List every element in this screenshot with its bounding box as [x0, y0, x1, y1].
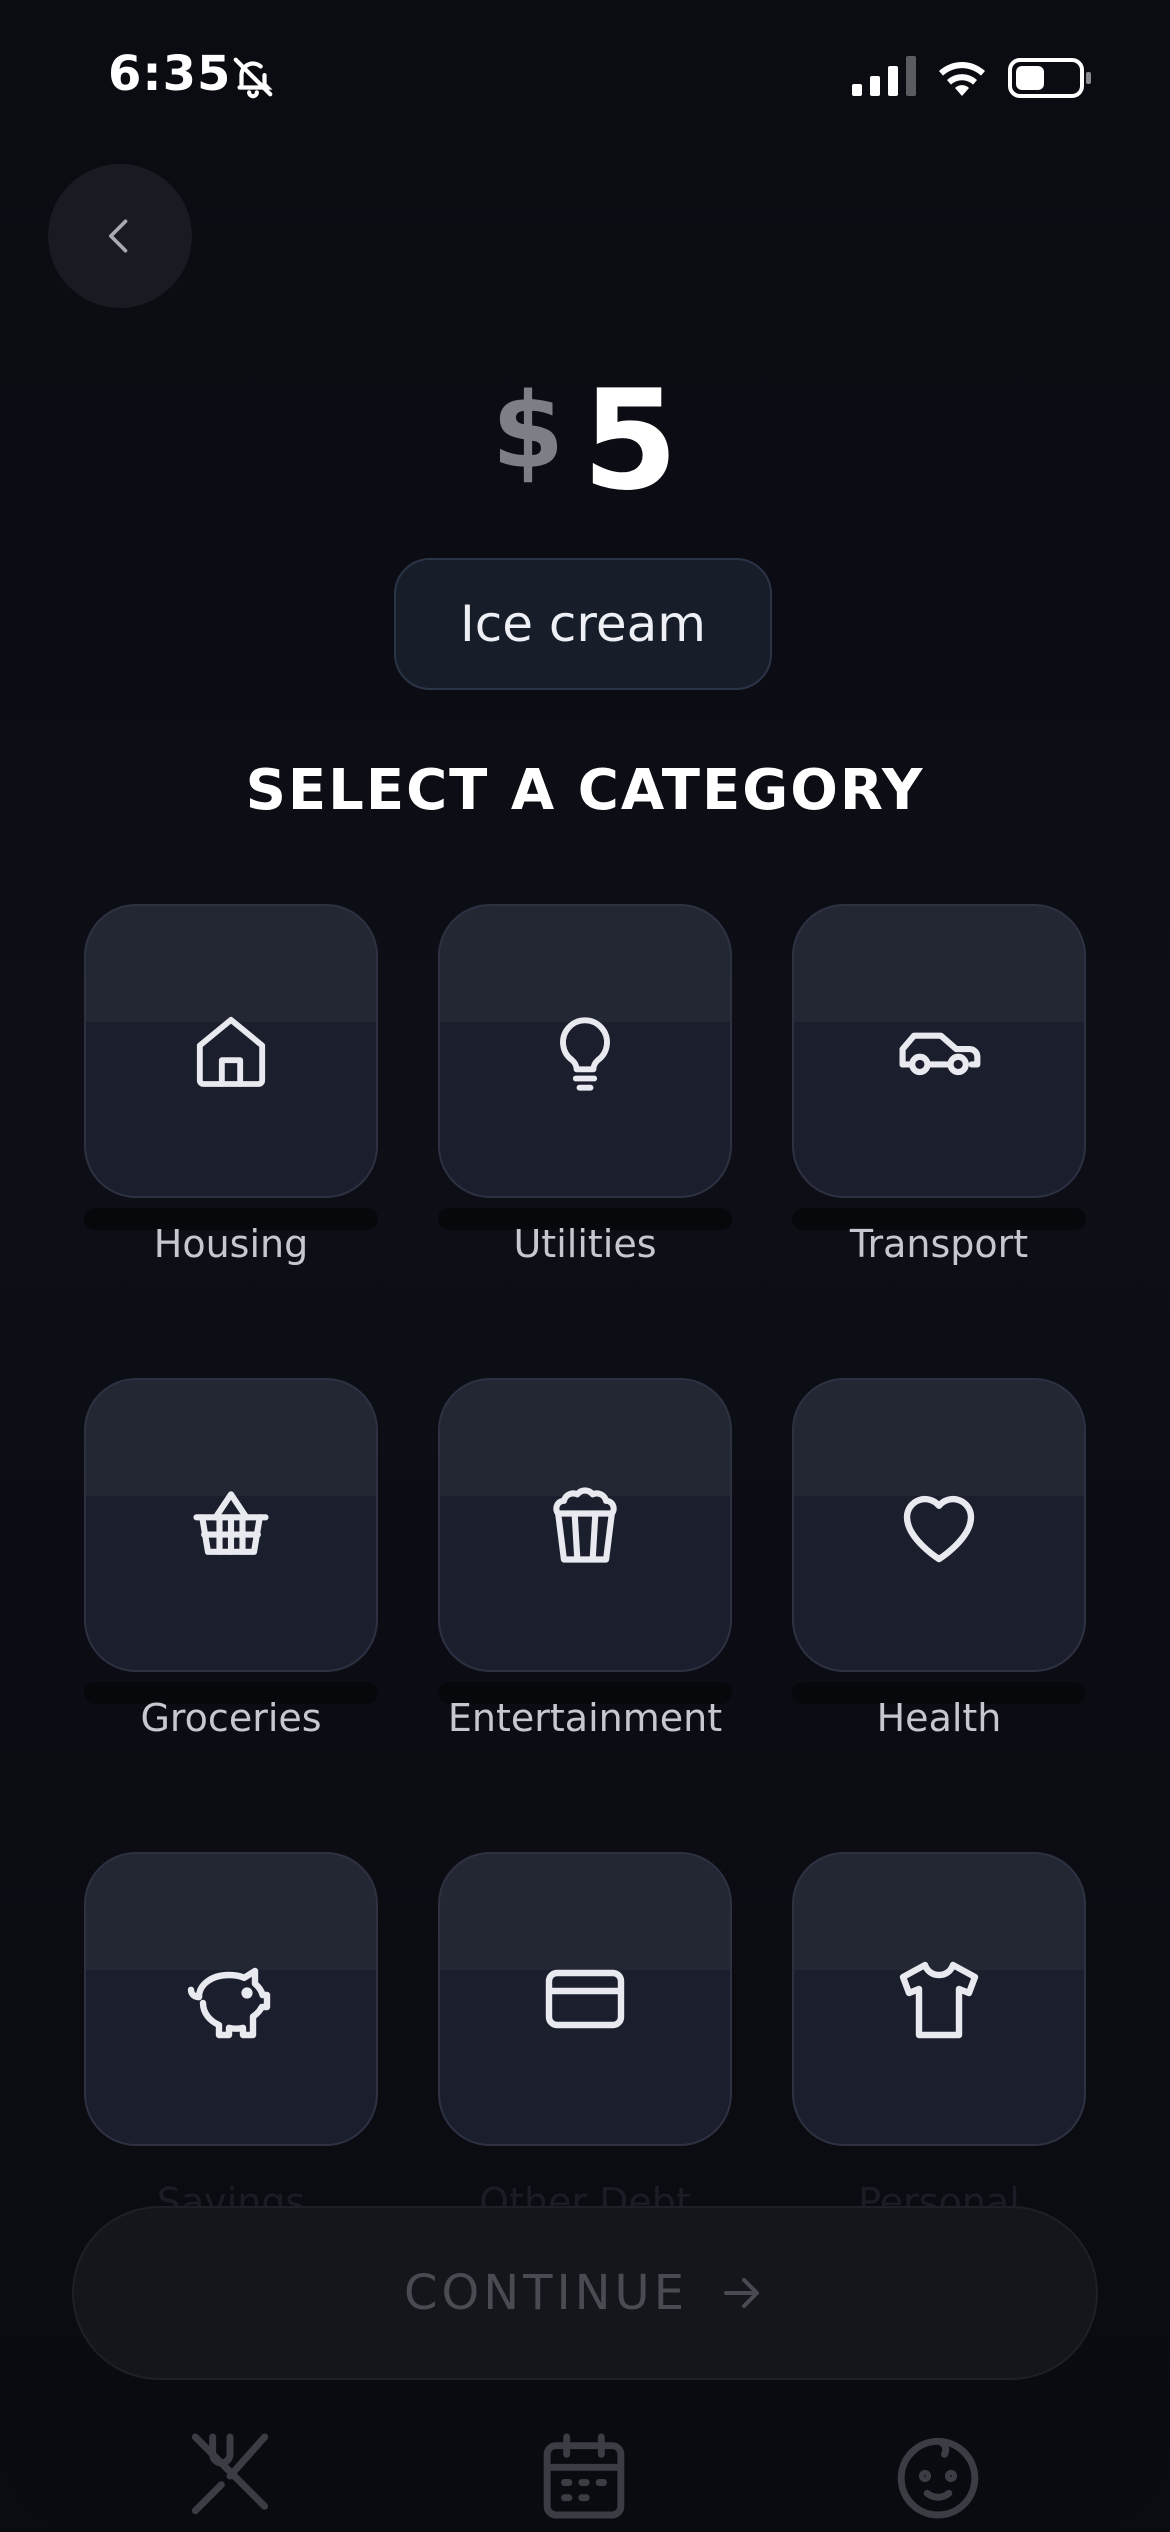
category-tile[interactable] [84, 1378, 378, 1672]
amount-value: 5 [582, 360, 679, 521]
bell-muted-icon [233, 57, 273, 99]
category-health[interactable]: Health [792, 1378, 1086, 1740]
category-other-debt[interactable]: Other Debt [438, 1852, 732, 2224]
category-groceries[interactable]: Groceries [84, 1378, 378, 1740]
amount-display: $5 [0, 360, 1170, 521]
calendar-icon[interactable] [532, 2424, 636, 2528]
section-title: SELECT A CATEGORY [245, 758, 925, 823]
category-tile[interactable] [792, 1852, 1086, 2146]
category-label: Utilities [513, 1222, 657, 1266]
category-label: Housing [153, 1222, 309, 1266]
category-tile[interactable] [84, 904, 378, 1198]
status-time: 6:35 [108, 46, 232, 102]
category-entertainment[interactable]: Entertainment [438, 1378, 732, 1740]
category-savings[interactable]: Savings [84, 1852, 378, 2224]
cellular-signal-icon [852, 56, 916, 96]
category-label: Health [876, 1696, 1002, 1740]
arrow-right-icon [724, 2278, 760, 2308]
category-tile[interactable] [438, 904, 732, 1198]
category-tile[interactable] [84, 1852, 378, 2146]
category-label: Transport [849, 1222, 1029, 1266]
tshirt-icon [899, 1961, 979, 2039]
category-label: Groceries [140, 1696, 322, 1740]
category-tile[interactable] [438, 1378, 732, 1672]
food-icon[interactable] [178, 2424, 282, 2528]
category-utilities[interactable]: Utilities [438, 904, 732, 1266]
credit-card-icon [545, 1969, 625, 2029]
category-tile[interactable] [792, 904, 1086, 1198]
piggy-bank-icon [187, 1967, 271, 2039]
chevron-left-icon [109, 219, 128, 253]
battery-icon [1008, 58, 1091, 98]
category-tile[interactable] [792, 1378, 1086, 1672]
category-housing[interactable]: Housing [84, 904, 378, 1266]
continue-button[interactable]: CONTINUE [72, 2206, 1098, 2380]
description-pill[interactable]: Ice cream [394, 558, 772, 690]
house-icon [196, 1016, 266, 1087]
popcorn-icon [553, 1487, 617, 1563]
app-screen: 6:35 $5 Ice cream SELECT A CATEGORY Hous… [0, 0, 1170, 2532]
category-tile[interactable] [438, 1852, 732, 2146]
status-bar: 6:35 [0, 0, 1170, 150]
car-icon [899, 1032, 981, 1076]
category-personal[interactable]: Personal [792, 1852, 1086, 2224]
category-transport[interactable]: Transport [792, 904, 1086, 1266]
lightbulb-icon [560, 1017, 610, 1091]
baby-face-icon[interactable] [886, 2424, 990, 2528]
currency-symbol: $ [491, 370, 565, 492]
basket-icon [193, 1491, 269, 1555]
continue-label: CONTINUE [403, 2265, 689, 2321]
wifi-icon [939, 62, 985, 96]
back-button[interactable] [48, 164, 192, 308]
category-label: Entertainment [447, 1696, 723, 1740]
heart-icon [903, 1495, 975, 1563]
